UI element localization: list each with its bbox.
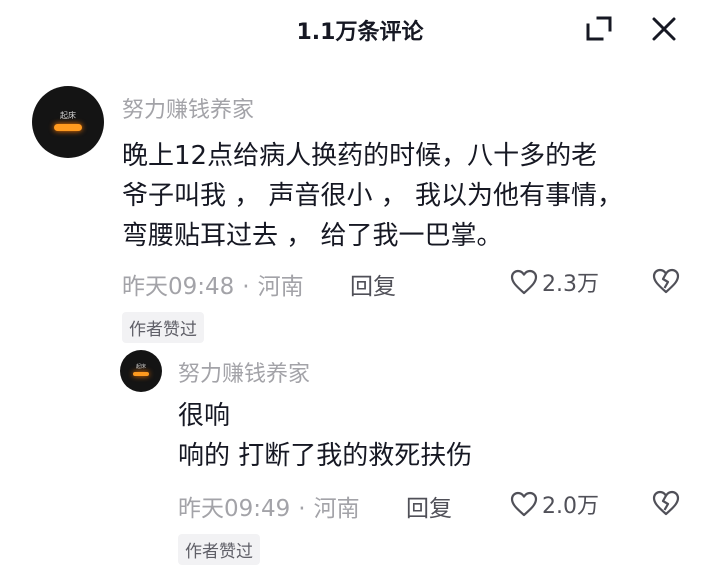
like-button[interactable]: 2.3万 <box>510 267 599 297</box>
broken-heart-icon[interactable] <box>652 267 680 295</box>
reply-username[interactable]: 努力赚钱养家 <box>178 356 310 388</box>
reply-location: 河南 <box>313 496 360 522</box>
like-count: 2.3万 <box>542 272 599 297</box>
expand-icon[interactable] <box>584 14 614 44</box>
avatar-glow-bar <box>133 372 149 376</box>
heart-outline-icon <box>510 269 538 295</box>
author-liked-badge: 作者赞过 <box>178 534 260 565</box>
like-button[interactable]: 2.0万 <box>510 489 599 519</box>
reply-text-line: 响的 打断了我的救死扶伤 <box>178 441 473 471</box>
reply-button[interactable]: 回复 <box>350 267 396 301</box>
comment-username[interactable]: 努力赚钱养家 <box>122 92 254 124</box>
comment-text-line: 爷子叫我 ， 声音很小 ， 我以为他有事情， <box>122 181 624 211</box>
like-count: 2.0万 <box>542 494 599 519</box>
close-icon[interactable] <box>649 14 679 44</box>
author-liked-badge: 作者赞过 <box>122 312 204 343</box>
comment-text: 晚上12点给病人换药的时候，八十多的老 爷子叫我 ， 声音很小 ， 我以为他有事… <box>122 136 623 256</box>
reply-meta: 昨天09:49 · 河南 <box>178 489 360 523</box>
avatar[interactable]: 起床 <box>120 350 162 392</box>
comment-location: 河南 <box>257 274 304 300</box>
broken-heart-icon[interactable] <box>652 489 680 517</box>
comment-time: 昨天09:48 <box>122 274 235 300</box>
heart-outline-icon <box>510 491 538 517</box>
avatar-text: 起床 <box>60 111 76 120</box>
comment-text-line: 弯腰贴耳过去 ， 给了我一巴掌。 <box>122 221 503 251</box>
reply-button[interactable]: 回复 <box>406 489 452 523</box>
comment-text-line: 晚上12点给病人换药的时候，八十多的老 <box>122 141 598 171</box>
reply-text-line: 很响 <box>178 401 231 431</box>
reply-time: 昨天09:49 <box>178 496 291 522</box>
avatar[interactable]: 起床 <box>32 86 104 158</box>
avatar-glow-bar <box>54 124 82 131</box>
comments-header: 1.1万条评论 <box>0 0 720 60</box>
meta-separator: · <box>242 274 250 300</box>
reply-text: 很响 响的 打断了我的救死扶伤 <box>178 396 472 476</box>
avatar-text: 起床 <box>135 364 146 370</box>
comment-meta: 昨天09:48 · 河南 <box>122 267 304 301</box>
meta-separator: · <box>298 496 306 522</box>
